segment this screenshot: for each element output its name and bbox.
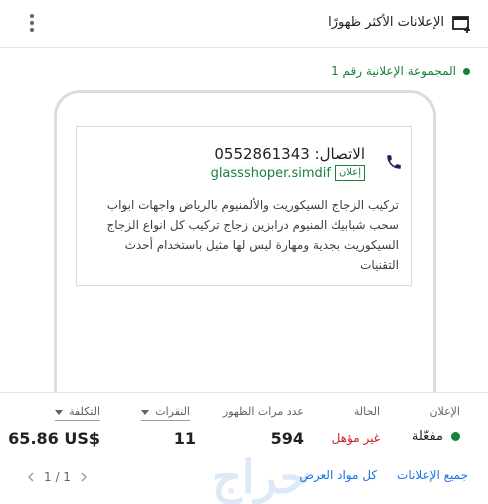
ad-status-label: مفعّلة bbox=[411, 429, 443, 444]
ad-description: تركيب الزجاج السيكوريت والألمنيوم بالريا… bbox=[106, 198, 399, 272]
clicks-value: 11 bbox=[173, 429, 196, 448]
cost-value: 65.86 US$ bbox=[8, 429, 100, 448]
chevron-right-icon[interactable] bbox=[79, 472, 89, 482]
ad-badge: إعلان bbox=[334, 165, 365, 181]
col-header-clicks[interactable]: النقرات bbox=[141, 405, 190, 421]
pagination: 1 / 1 bbox=[18, 470, 97, 484]
chevron-left-icon[interactable] bbox=[26, 472, 36, 482]
ad-group-label[interactable]: المجموعة الإعلانية رقم 1 bbox=[331, 64, 470, 78]
status-dot-icon bbox=[463, 67, 470, 75]
ad-url-row: إعلان glassshoper.simdif bbox=[211, 165, 365, 181]
col-header-impressions: عدد مرات الظهور bbox=[222, 405, 304, 418]
all-assets-link[interactable]: كل مواد العرض bbox=[299, 468, 377, 482]
all-ads-link[interactable]: جميع الإعلانات bbox=[397, 468, 468, 482]
sort-down-icon bbox=[55, 409, 64, 415]
footer-links: جميع الإعلانات كل مواد العرض bbox=[299, 468, 468, 482]
page-indicator: 1 / 1 bbox=[44, 470, 71, 484]
col-header-clicks-label: النقرات bbox=[155, 405, 190, 418]
card-title: الإعلانات الأكثر ظهورًا bbox=[328, 15, 444, 30]
ad-status-enabled: مفعّلة bbox=[412, 429, 460, 444]
ad-preview-card[interactable]: الاتصال: 0552861343 إعلان glassshoper.si… bbox=[76, 126, 412, 286]
col-header-cost[interactable]: التكلفة bbox=[55, 405, 100, 421]
ad-group-name: المجموعة الإعلانية رقم 1 bbox=[331, 64, 456, 78]
add-to-queue-icon[interactable] bbox=[452, 14, 472, 34]
status-ineligible[interactable]: غير مؤهل bbox=[332, 431, 380, 445]
impressions-value: 594 bbox=[270, 429, 304, 448]
enabled-dot-icon bbox=[451, 432, 460, 441]
top-bar: الإعلانات الأكثر ظهورًا bbox=[0, 0, 488, 48]
ad-phone-headline: الاتصال: 0552861343 bbox=[214, 145, 365, 163]
stats-panel: الإعلان الحالة عدد مرات الظهور النقرات ا… bbox=[0, 392, 488, 504]
more-vert-icon[interactable] bbox=[28, 14, 36, 34]
phone-icon bbox=[387, 155, 401, 169]
ad-display-url: glassshoper.simdif bbox=[210, 165, 331, 181]
col-header-status: الحالة bbox=[353, 405, 380, 418]
col-header-cost-label: التكلفة bbox=[69, 405, 100, 418]
col-header-ad: الإعلان bbox=[429, 405, 460, 418]
sort-down-icon bbox=[141, 409, 150, 415]
